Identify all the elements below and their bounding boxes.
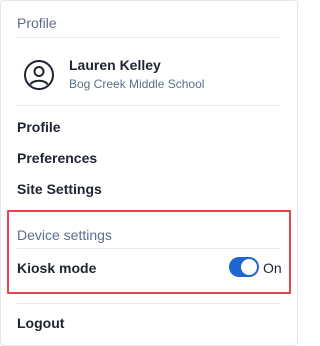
logout-button[interactable]: Logout [17, 315, 64, 331]
divider [17, 37, 281, 38]
user-name: Lauren Kelley [69, 57, 161, 73]
divider [17, 105, 281, 106]
user-school: Bog Creek Middle School [69, 77, 205, 91]
profile-section-title: Profile [17, 15, 57, 31]
user-card: Lauren Kelley Bog Creek Middle School [23, 55, 281, 95]
profile-menu-panel: Profile Lauren Kelley Bog Creek Middle S… [0, 0, 298, 346]
menu-item-preferences[interactable]: Preferences [17, 150, 97, 166]
menu-item-site-settings[interactable]: Site Settings [17, 181, 102, 197]
user-circle-icon [23, 59, 55, 91]
menu-item-profile[interactable]: Profile [17, 119, 61, 135]
divider [17, 303, 281, 304]
highlight-box [7, 210, 291, 294]
